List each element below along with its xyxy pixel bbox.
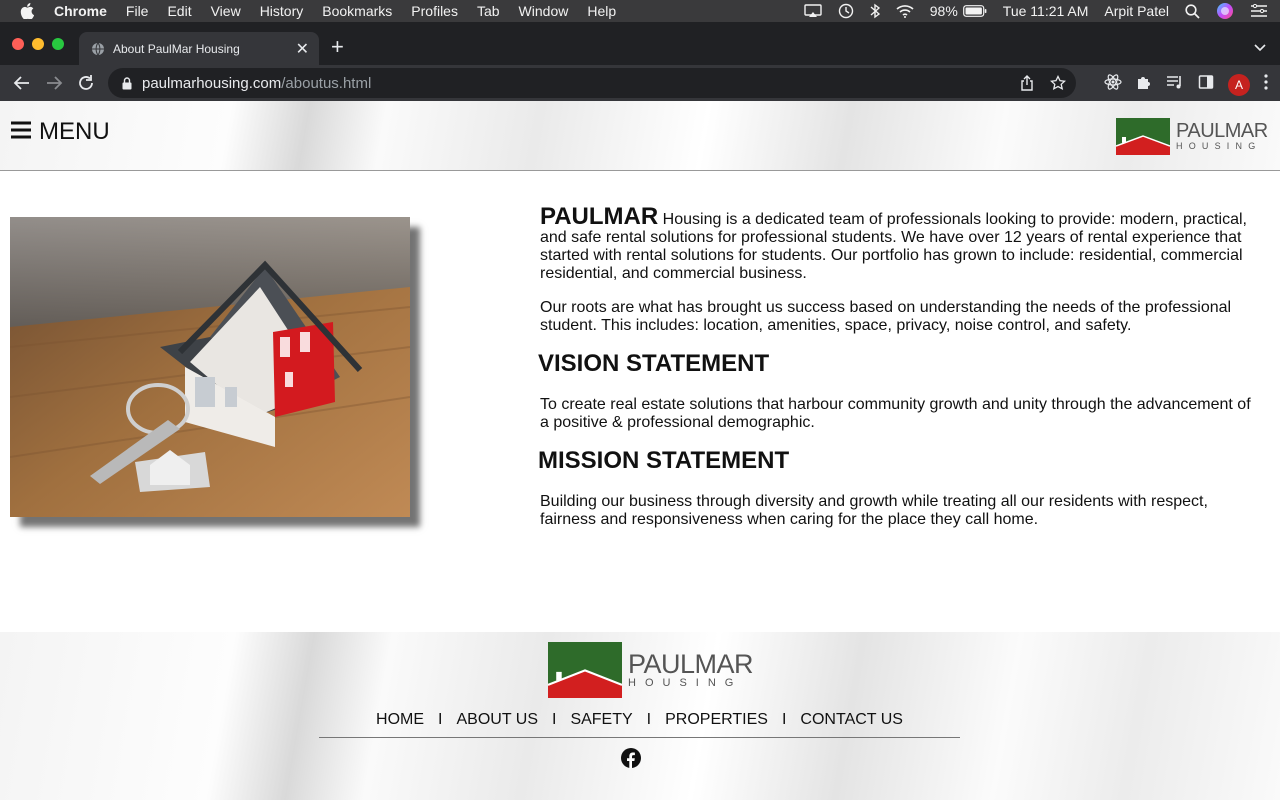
- media-playlist-icon[interactable]: [1166, 74, 1184, 95]
- reload-icon[interactable]: [77, 74, 95, 92]
- footer-link-contact-us[interactable]: CONTACT US: [800, 711, 903, 729]
- apple-icon[interactable]: [20, 3, 38, 19]
- footer-link-safety[interactable]: SAFETY: [570, 711, 632, 729]
- battery-percent: 98%: [929, 3, 958, 19]
- menu-edit[interactable]: Edit: [167, 3, 191, 19]
- airplay-icon[interactable]: [804, 4, 822, 18]
- react-devtools-extension-icon[interactable]: [1104, 73, 1122, 96]
- menu-help[interactable]: Help: [587, 3, 616, 19]
- browser-toolbar: paulmarhousing.com /aboutus.html A: [0, 65, 1280, 101]
- vision-text: To create real estate solutions that har…: [540, 396, 1251, 431]
- battery-icon[interactable]: [962, 5, 987, 17]
- facebook-icon[interactable]: [621, 748, 641, 773]
- tab-close-icon[interactable]: ✕: [296, 39, 309, 59]
- menu-view[interactable]: View: [211, 3, 241, 19]
- footer-nav: HOME I ABOUT US I SAFETY I PROPERTIES I …: [319, 711, 960, 738]
- brand-name: PAULMAR: [540, 203, 659, 230]
- bookmark-star-icon[interactable]: [1049, 74, 1067, 95]
- menu-app-name[interactable]: Chrome: [54, 3, 107, 19]
- zoom-window-button[interactable]: [52, 38, 64, 50]
- vision-heading: VISION STATEMENT: [538, 350, 770, 377]
- menu-label: MENU: [39, 118, 110, 145]
- footer-logo-subword: HOUSING: [628, 677, 743, 689]
- site-footer: PAULMAR HOUSING HOME I ABOUT US I SAFETY…: [0, 632, 1280, 800]
- share-icon[interactable]: [1020, 75, 1034, 95]
- mission-heading: MISSION STATEMENT: [538, 447, 790, 474]
- address-bar[interactable]: paulmarhousing.com /aboutus.html: [108, 68, 1076, 98]
- url-path: /aboutus.html: [281, 74, 372, 92]
- footer-link-properties[interactable]: PROPERTIES: [665, 711, 768, 729]
- wifi-icon[interactable]: [896, 4, 914, 18]
- menubar-status-area: 98% Tue 11:21 AM Arpit Patel: [788, 0, 1268, 22]
- profile-avatar[interactable]: A: [1228, 73, 1250, 96]
- forward-arrow-icon[interactable]: [45, 74, 63, 92]
- menu-tab[interactable]: Tab: [477, 3, 500, 19]
- extensions-puzzle-icon[interactable]: [1136, 74, 1152, 95]
- menu-history[interactable]: History: [260, 3, 304, 19]
- tab-title: About PaulMar Housing: [113, 41, 240, 56]
- footer-link-about-us[interactable]: ABOUT US: [456, 711, 538, 729]
- close-window-button[interactable]: [12, 38, 24, 50]
- roots-paragraph: Our roots are what has brought us succes…: [540, 299, 1232, 334]
- bluetooth-icon[interactable]: [870, 3, 880, 19]
- new-tab-button[interactable]: +: [331, 36, 344, 58]
- spotlight-search-icon[interactable]: [1185, 3, 1200, 19]
- window-controls: [12, 38, 64, 50]
- menu-button[interactable]: MENU: [11, 118, 110, 146]
- macos-menu-bar: Chrome File Edit View History Bookmarks …: [0, 0, 1280, 22]
- house-keys-photo: [10, 217, 410, 517]
- menu-bookmarks[interactable]: Bookmarks: [322, 3, 392, 19]
- menubar-clock[interactable]: Tue 11:21 AM: [1003, 3, 1089, 19]
- footer-logo-word: PAULMAR: [628, 649, 754, 679]
- footer-logo-wordmark: PAULMAR HOUSING: [628, 649, 754, 689]
- browser-tab-strip: About PaulMar Housing ✕ +: [0, 22, 1280, 65]
- web-page: MENU PAULMAR HOUSING PAULMAR Housing is …: [0, 101, 1280, 800]
- logo-subword: HOUSING: [1176, 141, 1262, 151]
- menu-file[interactable]: File: [126, 3, 149, 19]
- footer-logo[interactable]: PAULMAR HOUSING: [548, 642, 754, 698]
- menu-window[interactable]: Window: [519, 3, 569, 19]
- minimize-window-button[interactable]: [32, 38, 44, 50]
- back-arrow-icon[interactable]: [13, 74, 31, 92]
- header-logo[interactable]: PAULMAR HOUSING: [1116, 118, 1268, 155]
- toolbar-actions: A: [1104, 73, 1268, 96]
- tab-search-chevron-icon[interactable]: [1254, 39, 1266, 57]
- logo-word: PAULMAR: [1176, 120, 1268, 142]
- lock-icon[interactable]: [122, 76, 132, 90]
- site-header: MENU PAULMAR HOUSING: [0, 101, 1280, 171]
- about-content: PAULMAR Housing is a dedicated team of p…: [538, 205, 1255, 545]
- footer-separator: I: [646, 711, 652, 728]
- house-logo-icon: [1116, 118, 1170, 155]
- footer-separator: I: [438, 711, 443, 728]
- siri-icon[interactable]: [1216, 2, 1234, 20]
- footer-separator: I: [551, 711, 557, 728]
- menu-profiles[interactable]: Profiles: [411, 3, 458, 19]
- intro-paragraph: PAULMAR Housing is a dedicated team of p…: [540, 205, 1255, 283]
- browser-tab-active[interactable]: About PaulMar Housing ✕: [79, 32, 319, 65]
- footer-separator: I: [781, 711, 787, 728]
- globe-icon: [91, 42, 105, 56]
- logo-wordmark: PAULMAR HOUSING: [1176, 121, 1268, 152]
- hamburger-icon: [11, 118, 31, 146]
- footer-link-home[interactable]: HOME: [376, 711, 424, 729]
- url-host: paulmarhousing.com: [142, 74, 282, 92]
- footer-house-logo-icon: [548, 642, 622, 698]
- menubar-user[interactable]: Arpit Patel: [1104, 3, 1169, 19]
- mission-text: Building our business through diversity …: [540, 493, 1208, 528]
- side-panel-icon[interactable]: [1198, 74, 1214, 95]
- control-center-icon[interactable]: [1250, 4, 1268, 18]
- time-machine-icon[interactable]: [838, 3, 854, 19]
- kebab-menu-icon[interactable]: [1264, 74, 1268, 95]
